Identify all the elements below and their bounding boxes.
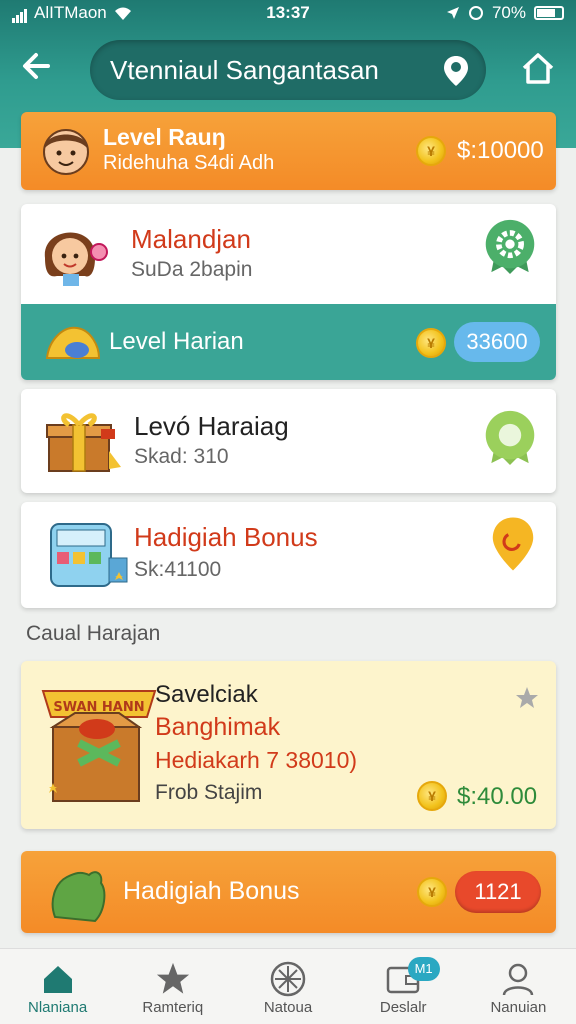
nav-item-ranking[interactable]: Ramteriq [115,949,230,1024]
back-button[interactable] [18,48,62,88]
level-card-amount: $:10000 [457,137,544,164]
coin-icon: ¥ [416,136,446,166]
map-pin-icon[interactable] [485,516,541,572]
arrow-left-icon [23,53,50,79]
nav-item-label: Ramteriq [142,999,204,1016]
level-card-title: Level Rauŋ [103,124,226,150]
coin-icon: ¥ [417,877,447,907]
section-label: Caual Harajan [26,622,161,645]
home-icon [522,53,554,84]
home-button[interactable] [518,48,558,88]
levo-card[interactable]: Levó Haraiag Skad: 310 [21,389,556,493]
casual-promo-card[interactable]: SWAN HANN Savelciak Banghimak Hediakarh … [21,661,556,829]
hat-icon [45,326,101,359]
bonus-bottom-title: Hadigiah Bonus [123,877,300,905]
levo-card-subtitle: Skad: 310 [134,445,229,468]
levo-card-title: Levó Haraiag [134,411,289,441]
level-card[interactable]: Level Rauŋ Ridehuha S4di Adh ¥ $:10000 [21,112,556,190]
nav-item-label: Nlaniana [27,999,88,1016]
page-title: Vtenniaul Sangantasan [110,54,379,85]
award-badge-icon[interactable] [482,409,538,465]
girl-avatar-icon [44,232,108,286]
title-search-bar[interactable]: Vtenniaul Sangantasan [90,40,486,100]
nav-item-home[interactable]: Nlaniana [0,949,115,1024]
casual-line3: Hediakarh 7 38010) [155,747,358,773]
nav-item-profile[interactable]: Nanuian [461,949,576,1024]
star-icon[interactable] [514,685,540,711]
nav-item-label: Nanuian [490,999,547,1016]
casual-amount: $:40.00 [457,783,538,810]
bonus-bottom-amount-pill: 1121 [455,871,541,913]
casual-line1: Savelciak [155,681,258,708]
status-bar: AlITMaon 13:37 70% [0,0,576,26]
star-icon [156,962,189,994]
coin-icon: ¥ [417,781,447,811]
level-card-subtitle: Ridehuha S4di Adh [103,152,275,174]
location-pin-icon[interactable] [442,54,470,88]
battery-icon [534,6,564,20]
nav-item-compass[interactable]: Natoua [230,949,345,1024]
hadigiah-card[interactable]: Hadigiah Bonus Sk:41100 [21,502,556,608]
bottom-nav: Nlaniana Ramteriq Natoua M1 Deslalr Nanu… [0,948,576,1024]
level-harian-row[interactable]: Level Harian ¥ 33600 [21,304,556,380]
wallet-badge: M1 [407,957,440,981]
level-harian-title: Level Harian [109,328,244,355]
settings-badge-icon[interactable] [482,218,538,274]
treasure-box-icon: SWAN HANN [41,690,157,802]
nav-item-label: Deslalr [379,999,427,1016]
status-time: 13:37 [266,3,310,22]
hadigiah-card-title: Hadigiah Bonus [134,522,318,552]
boy-avatar-icon [43,129,89,175]
profile-card[interactable]: Malandjan SuDa 2bapin Level Harian ¥ 336… [21,204,556,380]
profile-card-subtitle: SuDa 2bapin [131,258,253,281]
user-icon [503,963,534,996]
hand-icon [51,871,106,923]
shop-machine-icon [50,523,128,587]
bonus-bottom-card[interactable]: Hadigiah Bonus ¥ 1121 [21,851,556,933]
nav-item-label: Natoua [263,999,313,1016]
home-icon [43,966,72,993]
hadigiah-card-subtitle: Sk:41100 [134,558,222,581]
level-harian-amount-pill: 33600 [454,322,540,362]
gift-box-icon [46,413,121,472]
compass-icon [270,961,306,997]
casual-line2: Banghimak [155,713,281,741]
coin-icon: ¥ [416,328,446,358]
nav-item-wallet[interactable]: M1 Deslalr [346,949,461,1024]
casual-line4: Frob Stajim [155,781,263,804]
profile-card-title: Malandjan [131,224,251,254]
